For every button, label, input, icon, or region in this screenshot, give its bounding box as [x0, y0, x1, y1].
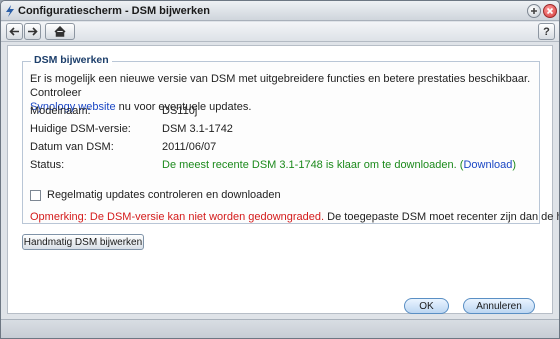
- auto-update-option[interactable]: Regelmatig updates controleren en downlo…: [30, 189, 281, 201]
- manual-update-button[interactable]: Handmatig DSM bijwerken: [22, 234, 144, 250]
- back-button[interactable]: [6, 23, 23, 40]
- download-link[interactable]: Download: [463, 159, 512, 171]
- content-panel: DSM bijwerken Er is mogelijk een nieuwe …: [7, 45, 559, 314]
- arrow-right-icon: [28, 27, 38, 36]
- dsm-update-section: DSM bijwerken Er is mogelijk een nieuwe …: [22, 54, 559, 224]
- downgrade-warning: Opmerking: De DSM-versie kan niet worden…: [30, 211, 325, 223]
- version-label: Huidige DSM-versie:: [30, 123, 131, 135]
- status-value: De meest recente DSM 3.1-1748 is klaar o…: [162, 159, 516, 171]
- help-button[interactable]: ?: [538, 23, 555, 40]
- model-label: Modelnaam:: [30, 105, 91, 117]
- auto-update-label[interactable]: Regelmatig updates controleren en downlo…: [47, 189, 281, 201]
- date-value: 2011/06/07: [162, 141, 217, 153]
- model-value: DS110j: [162, 105, 198, 117]
- close-button[interactable]: [543, 4, 557, 18]
- maximize-icon: [531, 8, 537, 14]
- download-paren-close: ): [512, 159, 517, 171]
- dialog-window: Configuratiescherm - DSM bijwerken ? DSM…: [0, 0, 560, 339]
- status-message: De meest recente DSM 3.1-1748 is klaar o…: [162, 159, 457, 171]
- arrow-left-icon: [9, 27, 19, 36]
- toolbar: ?: [1, 22, 559, 42]
- auto-update-checkbox[interactable]: [30, 189, 41, 201]
- status-label: Status:: [30, 159, 65, 171]
- ok-button[interactable]: OK: [404, 298, 449, 314]
- version-value: DSM 3.1-1742: [162, 123, 233, 135]
- title-bar[interactable]: Configuratiescherm - DSM bijwerken: [1, 1, 559, 21]
- maximize-button[interactable]: [527, 4, 541, 18]
- home-icon: [54, 26, 66, 37]
- downgrade-text: De toegepaste DSM moet recenter zijn dan…: [327, 211, 559, 223]
- forward-button[interactable]: [24, 23, 41, 40]
- intro-text: Er is mogelijk een nieuwe versie van DSM…: [30, 72, 535, 114]
- control-panel-icon: [6, 5, 14, 17]
- section-legend: DSM bijwerken: [31, 54, 112, 66]
- window-title: Configuratiescherm - DSM bijwerken: [18, 5, 210, 17]
- date-label: Datum van DSM:: [30, 141, 114, 153]
- status-bar: [1, 319, 559, 338]
- home-button[interactable]: [45, 23, 75, 40]
- intro-text-start: Er is mogelijk een nieuwe versie van DSM…: [30, 73, 531, 99]
- downgrade-note: Opmerking: De DSM-versie kan niet worden…: [30, 211, 559, 223]
- cancel-button[interactable]: Annuleren: [463, 298, 535, 314]
- close-icon: [546, 7, 554, 15]
